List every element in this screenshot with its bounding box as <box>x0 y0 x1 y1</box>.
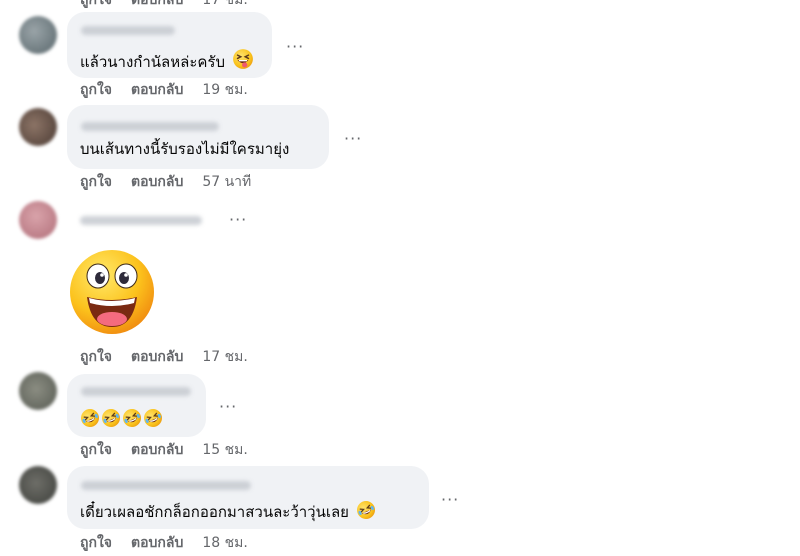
comment-time[interactable]: 17 ชม. <box>202 349 247 365</box>
big-grin-emoji-sticker <box>70 250 154 334</box>
comment-time[interactable]: 18 ชม. <box>202 535 247 551</box>
comment-1-text: แล้วนางกำนัลหล่ะครับ <box>80 48 254 72</box>
comment-1-body: แล้วนางกำนัลหล่ะครับ <box>80 53 225 71</box>
comment-2-actions: ถูกใจ ตอบกลับ 57 นาที <box>80 173 251 191</box>
avatar[interactable] <box>19 108 57 146</box>
comment-time[interactable]: 15 ชม. <box>202 442 247 458</box>
like-link[interactable]: ถูกใจ <box>80 82 112 98</box>
comment-1-bubble: แล้วนางกำนัลหล่ะครับ <box>67 12 272 78</box>
rofl-emoji <box>101 408 121 428</box>
comment-5-body: เดี๋ยวเผลอชักกล็อกออกมาสวนละว้าวุ่นเลย <box>80 503 349 521</box>
rofl-emoji <box>143 408 163 428</box>
commenter-name[interactable] <box>80 216 202 225</box>
more-options-icon[interactable]: ··· <box>219 399 237 415</box>
comment-5-actions: ถูกใจ ตอบกลับ 18 ชม. <box>80 534 248 552</box>
comment-0-actions: ถูกใจ ตอบกลับ 17 ชม. <box>80 0 248 9</box>
reply-link[interactable]: ตอบกลับ <box>131 82 183 98</box>
rofl-emoji <box>356 500 376 520</box>
like-link[interactable]: ถูกใจ <box>80 349 112 365</box>
like-link[interactable]: ถูกใจ <box>80 442 112 458</box>
avatar[interactable] <box>19 201 57 239</box>
comment-1-actions: ถูกใจ ตอบกลับ 19 ชม. <box>80 81 248 99</box>
comment-5-text: เดี๋ยวเผลอชักกล็อกออกมาสวนละว้าวุ่นเลย <box>80 500 376 522</box>
comment-2-text: บนเส้นทางนี้รับรองไม่มีใครมายุ่ง <box>80 140 290 158</box>
commenter-name[interactable] <box>81 481 251 490</box>
comment-4-emojis <box>80 408 163 428</box>
avatar[interactable] <box>19 16 57 54</box>
reply-link[interactable]: ตอบกลับ <box>131 174 183 190</box>
like-link[interactable]: ถูกใจ <box>80 174 112 190</box>
reply-link[interactable]: ตอบกลับ <box>131 535 183 551</box>
reply-link[interactable]: ตอบกลับ <box>131 442 183 458</box>
more-options-icon[interactable]: ··· <box>441 492 459 508</box>
avatar[interactable] <box>19 466 57 504</box>
rofl-emoji <box>122 408 142 428</box>
more-options-icon[interactable]: ··· <box>286 39 304 55</box>
reply-link[interactable]: ตอบกลับ <box>131 349 183 365</box>
commenter-name[interactable] <box>81 26 175 35</box>
commenter-name[interactable] <box>81 387 191 396</box>
more-options-icon[interactable]: ··· <box>229 212 247 228</box>
comment-time[interactable]: 19 ชม. <box>202 82 247 98</box>
comment-4-actions: ถูกใจ ตอบกลับ 15 ชม. <box>80 441 248 459</box>
commenter-name[interactable] <box>81 122 219 131</box>
squinting-tongue-emoji <box>232 48 254 70</box>
comment-time[interactable]: 17 ชม. <box>202 0 247 8</box>
like-link[interactable]: ถูกใจ <box>80 0 112 8</box>
more-options-icon[interactable]: ··· <box>344 131 362 147</box>
rofl-emoji <box>80 408 100 428</box>
like-link[interactable]: ถูกใจ <box>80 535 112 551</box>
avatar[interactable] <box>19 372 57 410</box>
comment-2-bubble: บนเส้นทางนี้รับรองไม่มีใครมายุ่ง <box>67 105 329 169</box>
comment-4-bubble <box>67 374 206 437</box>
comment-3-actions: ถูกใจ ตอบกลับ 17 ชม. <box>80 348 248 366</box>
comment-time[interactable]: 57 นาที <box>202 174 251 190</box>
reply-link[interactable]: ตอบกลับ <box>131 0 183 8</box>
comment-5-bubble: เดี๋ยวเผลอชักกล็อกออกมาสวนละว้าวุ่นเลย <box>67 466 429 529</box>
